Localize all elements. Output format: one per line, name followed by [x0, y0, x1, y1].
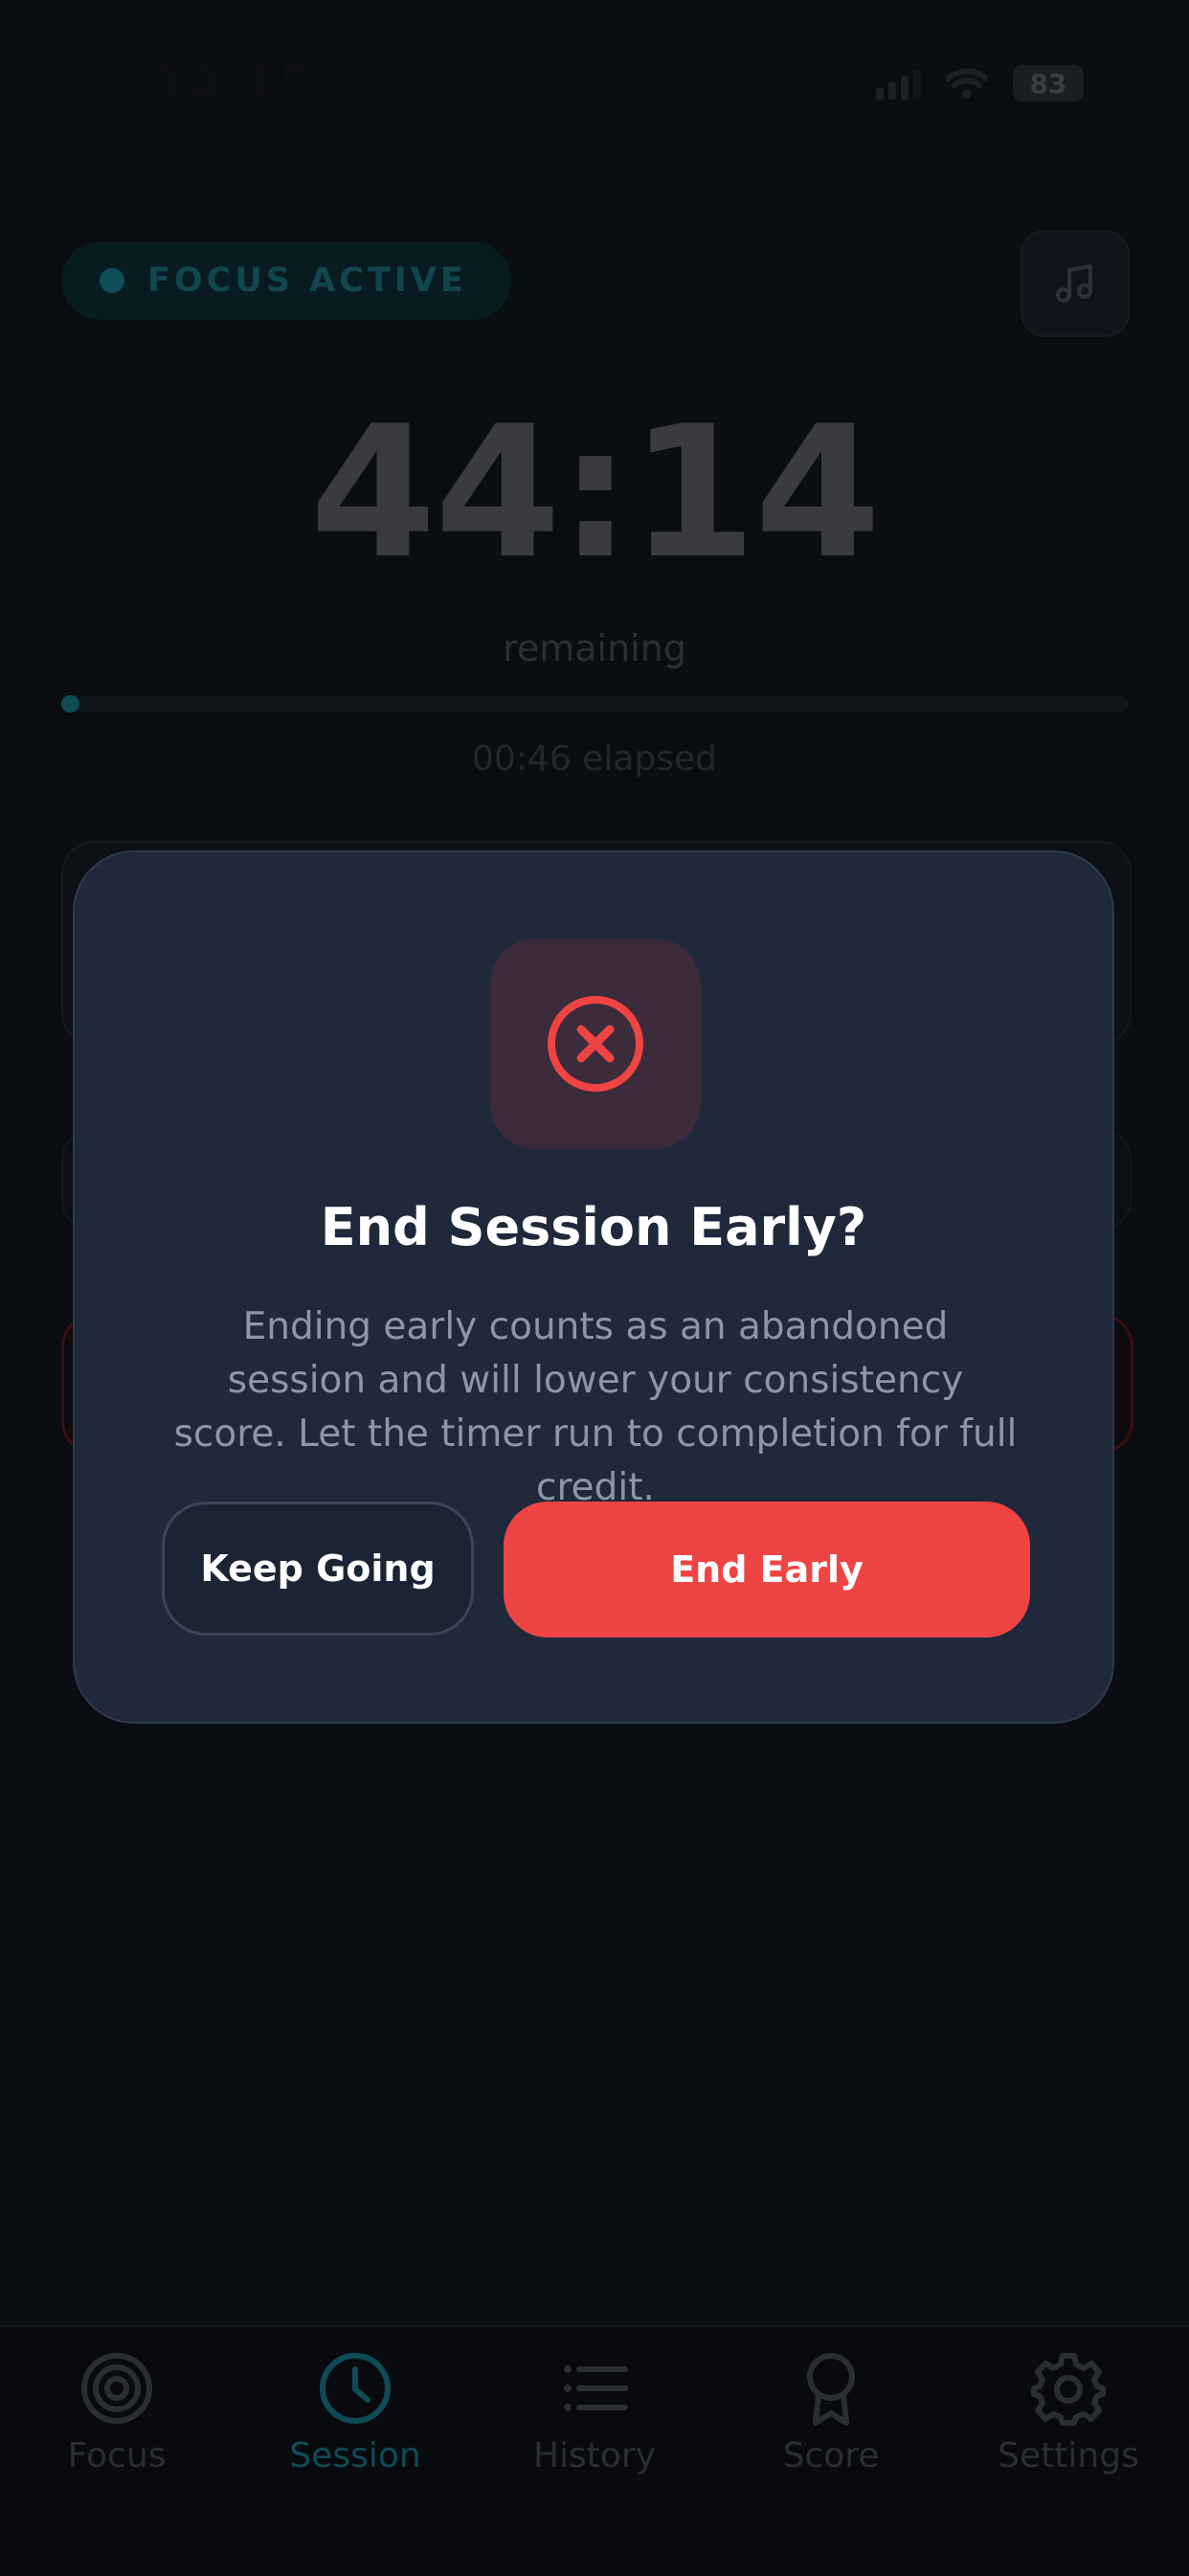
battery-icon: 83 — [1013, 65, 1084, 102]
tab-focus-label: Focus — [67, 2436, 167, 2475]
tab-score-label: Score — [782, 2436, 880, 2475]
tab-bar: Focus Session History Score Settings — [0, 2325, 1189, 2576]
keep-going-button[interactable]: Keep Going — [162, 1502, 474, 1636]
progress-fill — [61, 695, 79, 712]
award-icon — [807, 2353, 855, 2426]
tab-session-label: Session — [289, 2436, 421, 2475]
status-icons: 83 — [876, 65, 1084, 102]
tab-settings[interactable]: Settings — [953, 2350, 1183, 2475]
remaining-label: remaining — [503, 627, 686, 669]
status-dot-icon — [100, 268, 124, 293]
gear-icon — [1031, 2353, 1106, 2426]
countdown-timer: 44:14 — [309, 387, 882, 599]
music-button[interactable] — [1021, 230, 1130, 337]
tab-session[interactable]: Session — [240, 2350, 470, 2475]
focus-active-badge: FOCUS ACTIVE — [61, 241, 511, 320]
x-circle-icon — [548, 996, 643, 1092]
tab-score[interactable]: Score — [716, 2350, 946, 2475]
progress-track — [61, 695, 1128, 712]
tab-focus[interactable]: Focus — [2, 2350, 232, 2475]
signal-icon — [876, 67, 921, 100]
music-note-icon — [1056, 264, 1092, 303]
end-early-button[interactable]: End Early — [504, 1502, 1030, 1638]
wifi-icon — [946, 68, 988, 99]
end-session-modal: End Session Early? Ending early counts a… — [73, 850, 1114, 1724]
target-icon — [81, 2353, 152, 2424]
tab-settings-label: Settings — [998, 2436, 1139, 2475]
elapsed-label: 00:46 elapsed — [471, 739, 717, 779]
modal-description: Ending early counts as an abandoned sess… — [173, 1305, 1018, 1509]
modal-title: End Session Early? — [320, 1197, 867, 1257]
list-icon — [564, 2365, 628, 2411]
status-bar: 14:15 83 — [0, 0, 1189, 172]
battery-level: 83 — [1029, 67, 1067, 100]
focus-active-label: FOCUS ACTIVE — [147, 261, 467, 300]
clock-icon — [320, 2353, 391, 2424]
status-time: 14:15 — [151, 56, 315, 113]
tab-history-label: History — [532, 2436, 657, 2475]
modal-icon-container — [490, 938, 701, 1149]
tab-history[interactable]: History — [480, 2350, 709, 2475]
